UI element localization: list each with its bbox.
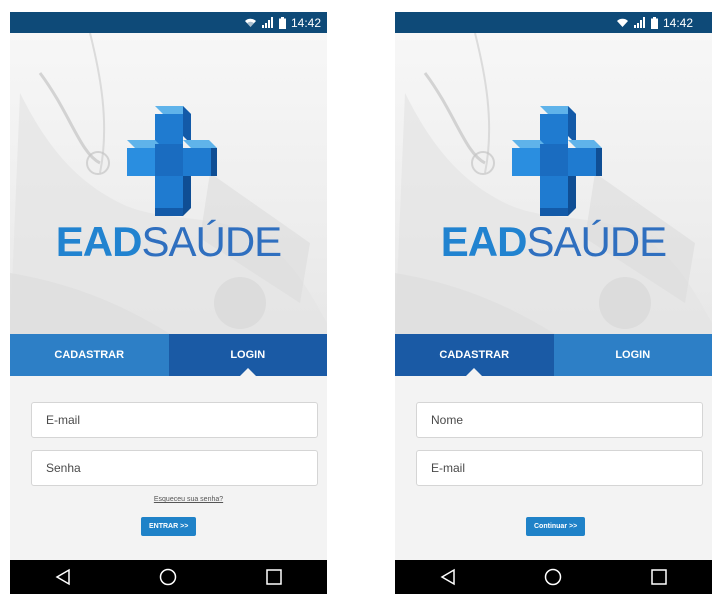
brand-part1: EAD (440, 218, 528, 265)
signal-icon (634, 17, 646, 28)
hero-banner: EADSAÚDE (395, 33, 712, 334)
email-field[interactable] (31, 402, 318, 438)
status-bar: 14:42 (10, 12, 327, 33)
medical-cross-icon (512, 106, 602, 216)
password-field[interactable] (31, 450, 318, 486)
register-screen: 14:42 EADSAÚDE CADASTRAR LOGIN Nome E-ma… (395, 12, 712, 594)
status-time: 14:42 (663, 15, 694, 30)
status-bar: 14:42 (395, 12, 712, 33)
back-icon[interactable] (54, 568, 72, 586)
auth-tabs: CADASTRAR LOGIN (10, 334, 327, 377)
login-screen: 14:42 EADSAÚDE CADASTRAR LOGIN E-mail Es… (10, 12, 327, 594)
tab-register[interactable]: CADASTRAR (395, 334, 554, 377)
home-icon[interactable] (159, 568, 177, 586)
hero-banner: EADSAÚDE (10, 33, 327, 334)
name-field[interactable] (416, 402, 703, 438)
forgot-password-link[interactable]: Esqueceu sua senha? (10, 496, 327, 503)
home-icon[interactable] (544, 568, 562, 586)
wifi-icon (244, 17, 257, 28)
battery-icon (651, 16, 658, 29)
status-time: 14:42 (290, 15, 321, 30)
tab-login[interactable]: LOGIN (553, 334, 712, 376)
brand-part1: EAD (55, 218, 143, 265)
enter-button[interactable]: ENTRAR >> (141, 517, 197, 536)
recents-icon[interactable] (650, 568, 668, 586)
login-form: Esqueceu sua senha? ENTRAR >> (10, 376, 327, 560)
medical-cross-icon (127, 106, 217, 216)
continue-button[interactable]: Continuar >> (526, 517, 586, 536)
battery-icon (278, 16, 286, 29)
brand-part2: SAÚDE (141, 218, 282, 265)
signal-icon (261, 17, 274, 28)
brand-part2: SAÚDE (526, 218, 667, 265)
brand-logo-text: EADSAÚDE (10, 221, 327, 263)
back-icon[interactable] (439, 568, 457, 586)
auth-tabs: CADASTRAR LOGIN (395, 334, 712, 377)
register-form: Continuar >> (395, 376, 712, 560)
android-nav-bar (395, 560, 712, 594)
android-nav-bar (10, 560, 327, 594)
tab-register[interactable]: CADASTRAR (10, 334, 169, 376)
tab-login[interactable]: LOGIN (168, 334, 327, 377)
email-field[interactable] (416, 450, 703, 486)
recents-icon[interactable] (265, 568, 283, 586)
brand-logo-text: EADSAÚDE (395, 221, 712, 263)
wifi-icon (616, 17, 629, 28)
